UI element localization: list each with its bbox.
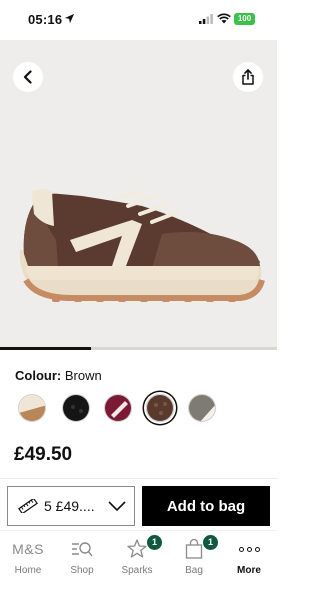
- status-bar: 05:16 100: [0, 0, 277, 40]
- tab-sparks[interactable]: 1 Sparks: [115, 535, 162, 576]
- carousel-progress: [0, 347, 277, 350]
- add-to-bag-button[interactable]: Add to bag: [142, 486, 270, 526]
- share-button[interactable]: [233, 62, 263, 92]
- tab-bag[interactable]: 1 Bag: [172, 535, 218, 576]
- swatch-brown[interactable]: [146, 394, 174, 422]
- swatch-burgundy[interactable]: [104, 394, 132, 422]
- ms-logo-icon: M&S: [12, 541, 44, 557]
- bag-badge: 1: [203, 535, 218, 550]
- wifi-icon: [217, 13, 231, 24]
- ruler-icon: [18, 499, 38, 513]
- colour-swatches: [18, 391, 218, 425]
- product-image-carousel[interactable]: [0, 40, 277, 350]
- purchase-bar: 5 £49.... Add to bag: [0, 478, 277, 530]
- status-time: 05:16: [28, 12, 63, 27]
- swatch-grey-white[interactable]: [188, 394, 216, 422]
- product-image: [19, 189, 265, 302]
- tab-home-label: Home: [14, 565, 42, 576]
- swatch-black[interactable]: [62, 394, 90, 422]
- search-icon: [72, 542, 93, 557]
- sparks-icon: [127, 539, 147, 558]
- bag-icon: [185, 539, 203, 559]
- tab-bag-label: Bag: [185, 565, 203, 576]
- size-select[interactable]: 5 £49....: [7, 486, 135, 526]
- tab-shop[interactable]: Shop: [60, 537, 104, 576]
- size-select-value: 5 £49....: [44, 498, 95, 514]
- tab-more-label: More: [237, 565, 261, 576]
- tab-shop-label: Shop: [70, 565, 94, 576]
- carousel-progress-fill: [0, 347, 92, 350]
- location-arrow-icon: [64, 13, 75, 24]
- more-icon: [238, 546, 260, 552]
- chevron-down-icon: [108, 501, 126, 512]
- colour-value: Brown: [64, 368, 102, 383]
- cellular-signal-icon: [199, 14, 213, 24]
- tab-home[interactable]: M&S Home: [6, 537, 50, 576]
- chevron-left-icon: [23, 70, 32, 84]
- share-icon: [242, 69, 254, 85]
- product-price: £49.50: [14, 444, 73, 465]
- tab-sparks-label: Sparks: [121, 565, 153, 576]
- colour-label: Colour:: [15, 368, 62, 383]
- battery-indicator: 100: [234, 13, 255, 25]
- tab-more[interactable]: More: [227, 537, 271, 576]
- sparks-badge: 1: [147, 535, 162, 550]
- tab-bar: M&S Home Shop 1 Sparks 1 Bag More: [0, 530, 277, 600]
- colour-heading: Colour: Brown: [15, 368, 102, 383]
- back-button[interactable]: [13, 62, 43, 92]
- swatch-cream-tan[interactable]: [18, 394, 46, 422]
